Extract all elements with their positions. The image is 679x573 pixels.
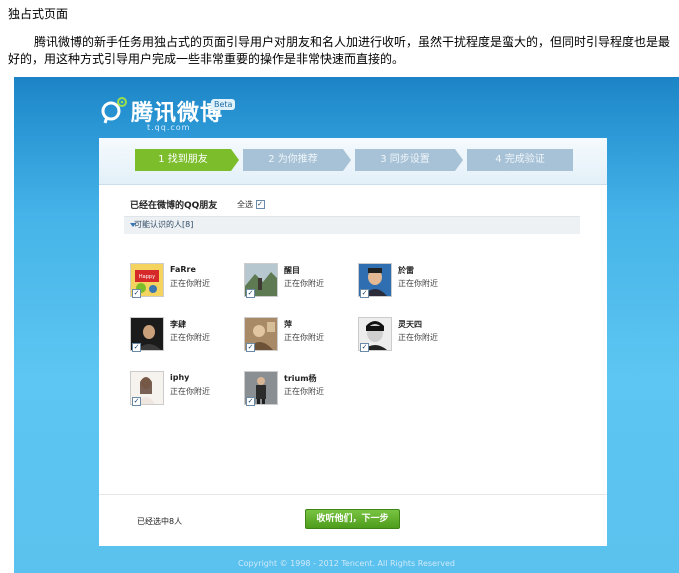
article-title: 独占式页面 [8, 7, 69, 21]
friend-status: 正在你附近 [170, 333, 210, 342]
logo-domain: t.qq.com [147, 123, 191, 132]
friend-status: 正在你附近 [398, 333, 438, 342]
copyright-footer: Copyright © 1998 - 2012 Tencent. All Rig… [237, 559, 455, 568]
friend-card[interactable]: ✓ 醒目 正在你附近 [244, 263, 354, 299]
friend-checkbox[interactable]: ✓ [132, 397, 141, 406]
select-all-label: 全选 [237, 200, 253, 209]
friend-card[interactable]: ✓ 於雷 正在你附近 [358, 263, 468, 299]
article-body: 腾讯微博的新手任务用独占式的页面引导用户对朋友和名人加进行收听，虽然干扰程度是蛮… [8, 35, 671, 66]
friend-status: 正在你附近 [170, 387, 210, 396]
step-progress-bar: 1 找到朋友 2 为你推荐 3 同步设置 4 完成验证 [99, 138, 607, 185]
friend-checkbox[interactable]: ✓ [246, 343, 255, 352]
friend-status: 正在你附近 [398, 279, 438, 288]
friend-card[interactable]: ✓ 李肆 正在你附近 [130, 317, 240, 353]
select-all-checkbox[interactable]: ✓ [255, 200, 265, 209]
friend-status: 正在你附近 [284, 279, 324, 288]
friend-checkbox[interactable]: ✓ [360, 289, 369, 298]
friend-status: 正在你附近 [170, 279, 210, 288]
friends-section-title: 已经在微博的QQ朋友 [130, 201, 218, 211]
friend-checkbox[interactable]: ✓ [360, 343, 369, 352]
friend-name: 李肆 [170, 320, 186, 329]
follow-next-button[interactable]: 收听他们，下一步 [305, 509, 400, 529]
friend-card[interactable]: ✓ iphy 正在你附近 [130, 371, 240, 407]
friend-name: iphy [170, 373, 190, 382]
friend-checkbox[interactable]: ✓ [246, 397, 255, 406]
friend-card[interactable]: ✓ trium杨 正在你附近 [244, 371, 354, 407]
select-all-toggle[interactable]: 全选 ✓ [237, 199, 265, 210]
friend-checkbox[interactable]: ✓ [132, 343, 141, 352]
friend-name: trium杨 [284, 374, 317, 383]
step-arrow [343, 149, 351, 171]
svg-text:Happy: Happy [139, 274, 155, 280]
step-arrow [455, 149, 463, 171]
step-recommendations: 2 为你推荐 [243, 149, 343, 171]
friend-status: 正在你附近 [284, 333, 324, 342]
friend-card[interactable]: ✓ 灵天四 正在你附近 [358, 317, 468, 353]
friend-card[interactable]: Happy ✓ FaRre 正在你附近 [130, 263, 240, 299]
friend-name: 灵天四 [398, 320, 422, 329]
friend-card[interactable]: ✓ 萍 正在你附近 [244, 317, 354, 353]
step-verify: 4 完成验证 [467, 149, 573, 171]
onboarding-panel: 1 找到朋友 2 为你推荐 3 同步设置 4 完成验证 已经在微博的QQ朋友 全… [99, 138, 607, 546]
friend-group-label: 可能认识的人[8] [134, 220, 194, 229]
friend-name: 萍 [284, 320, 292, 329]
step-find-friends: 1 找到朋友 [135, 149, 231, 171]
divider [99, 494, 607, 495]
friend-name: FaRre [170, 265, 196, 274]
selected-count: 已经选中8人 [137, 517, 183, 526]
friend-name: 於雷 [398, 266, 414, 275]
tencent-weibo-onboarding-screenshot: 腾讯微博 Beta t.qq.com 1 找到朋友 2 为你推荐 3 同步设置 … [14, 77, 679, 573]
friend-group-header[interactable]: 可能认识的人[8] [124, 216, 580, 234]
friend-checkbox[interactable]: ✓ [132, 289, 141, 298]
weibo-logo-icon [101, 97, 127, 124]
beta-badge: Beta [211, 99, 236, 110]
friend-status: 正在你附近 [284, 387, 324, 396]
friend-name: 醒目 [284, 266, 300, 275]
step-sync-settings: 3 同步设置 [355, 149, 455, 171]
friend-checkbox[interactable]: ✓ [246, 289, 255, 298]
step-arrow [231, 149, 239, 171]
